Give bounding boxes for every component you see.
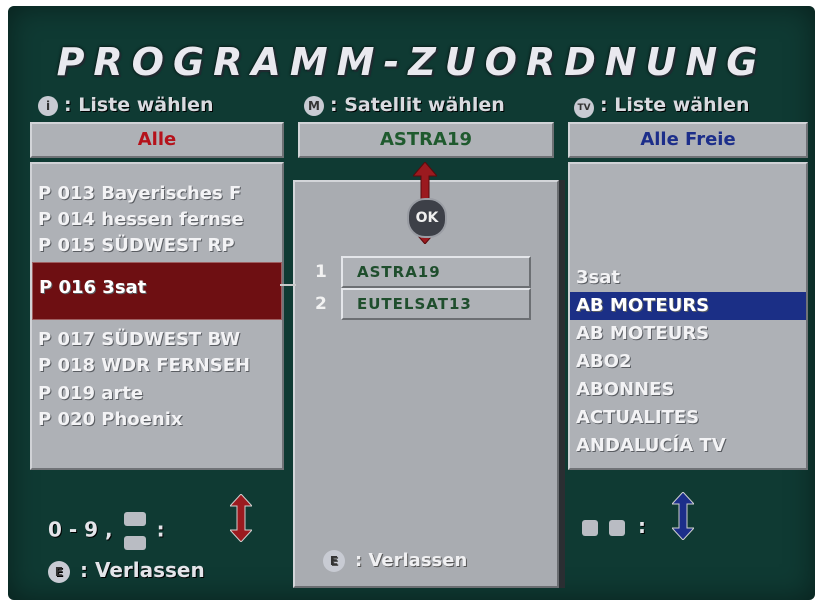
list-item[interactable]: ABO2 bbox=[570, 348, 806, 376]
ok-button-icon[interactable]: OK bbox=[407, 198, 447, 238]
hint-middle: M : Satellit wählen bbox=[304, 94, 505, 116]
bottom-exit-text: : Verlassen bbox=[80, 558, 205, 582]
bottom-controls-left: 0 - 9 , : bbox=[48, 512, 165, 550]
menu-key-icon: M bbox=[304, 96, 324, 116]
left-right-keys-icon bbox=[608, 519, 625, 536]
popup-exit-text: : Verlassen bbox=[355, 550, 468, 571]
osd-screen: PROGRAMM-ZUORDNUNG i : Liste wählen M : Sa… bbox=[8, 6, 815, 600]
satellite-selector[interactable]: ASTRA19 bbox=[298, 122, 554, 158]
hint-left: i : Liste wählen bbox=[38, 94, 214, 116]
satellite-number: 1 bbox=[315, 262, 327, 282]
hint-right: TV : Liste wählen bbox=[574, 94, 750, 118]
list-selector-left[interactable]: Alle bbox=[30, 122, 284, 158]
satellite-number: 2 bbox=[315, 294, 327, 314]
list-item-selected[interactable]: P 016 3sat bbox=[32, 262, 282, 320]
exit-key-icon: E bbox=[323, 550, 345, 572]
satellite-option-eutelsat13[interactable]: EUTELSAT13 bbox=[341, 288, 531, 320]
hint-left-text: : Liste wählen bbox=[64, 94, 214, 116]
list-item[interactable]: 3sat bbox=[570, 264, 806, 292]
satellite-option-astra19[interactable]: ASTRA19 bbox=[341, 256, 531, 288]
program-list-left[interactable]: P 013 Bayerisches F P 014 hessen fernse … bbox=[30, 162, 284, 470]
list-item[interactable]: P 020 Phoenix bbox=[32, 406, 282, 434]
connector-line bbox=[280, 284, 296, 286]
list-item[interactable]: P 015 SÜDWEST RP bbox=[32, 232, 282, 260]
page-up-icon bbox=[123, 512, 146, 526]
exit-key-icon: E bbox=[48, 561, 70, 583]
list-item[interactable]: P 019 arte bbox=[32, 380, 282, 408]
list-selector-right[interactable]: Alle Freie bbox=[568, 122, 808, 158]
bottom-exit-hint[interactable]: E : Verlassen bbox=[48, 558, 205, 583]
hint-middle-text: : Satellit wählen bbox=[330, 94, 505, 116]
hint-right-text: : Liste wählen bbox=[600, 94, 750, 116]
list-item[interactable]: P 013 Bayerisches F bbox=[32, 180, 282, 208]
page-title: PROGRAMM-ZUORDNUNG bbox=[56, 40, 767, 84]
list-item-selected[interactable]: AB MOTEURS bbox=[570, 292, 806, 320]
program-list-right[interactable]: 3sat AB MOTEURS AB MOTEURS ABO2 ABONNES … bbox=[568, 162, 808, 470]
tv-key-icon: TV bbox=[574, 98, 594, 118]
list-item[interactable]: ANDALUCÍA TV bbox=[570, 432, 806, 460]
list-item[interactable]: P 014 hessen fernse bbox=[32, 206, 282, 234]
satellite-popup: OK 1 ASTRA19 2 EUTELSAT13 E : Verlassen bbox=[293, 162, 559, 588]
list-item[interactable]: P 018 WDR FERNSEH bbox=[32, 352, 282, 380]
list-item[interactable]: ACTUALITES bbox=[570, 404, 806, 432]
left-right-keys-icon bbox=[582, 519, 598, 536]
popup-exit-hint[interactable]: E : Verlassen bbox=[323, 550, 467, 572]
up-down-arrow-icon bbox=[672, 492, 694, 540]
digit-keys-label: 0 - 9 , bbox=[48, 517, 113, 542]
list-item[interactable]: P 017 SÜDWEST BW bbox=[32, 326, 282, 354]
bottom-colon: : bbox=[156, 517, 165, 542]
list-item[interactable]: ABONNES bbox=[570, 376, 806, 404]
bottom-controls-right: : bbox=[582, 514, 646, 538]
page-down-icon bbox=[123, 536, 146, 550]
list-item[interactable]: AB MOTEURS bbox=[570, 320, 806, 348]
bottom-right-colon: : bbox=[637, 514, 646, 538]
up-down-arrow-icon bbox=[230, 494, 252, 542]
info-icon: i bbox=[38, 96, 58, 116]
